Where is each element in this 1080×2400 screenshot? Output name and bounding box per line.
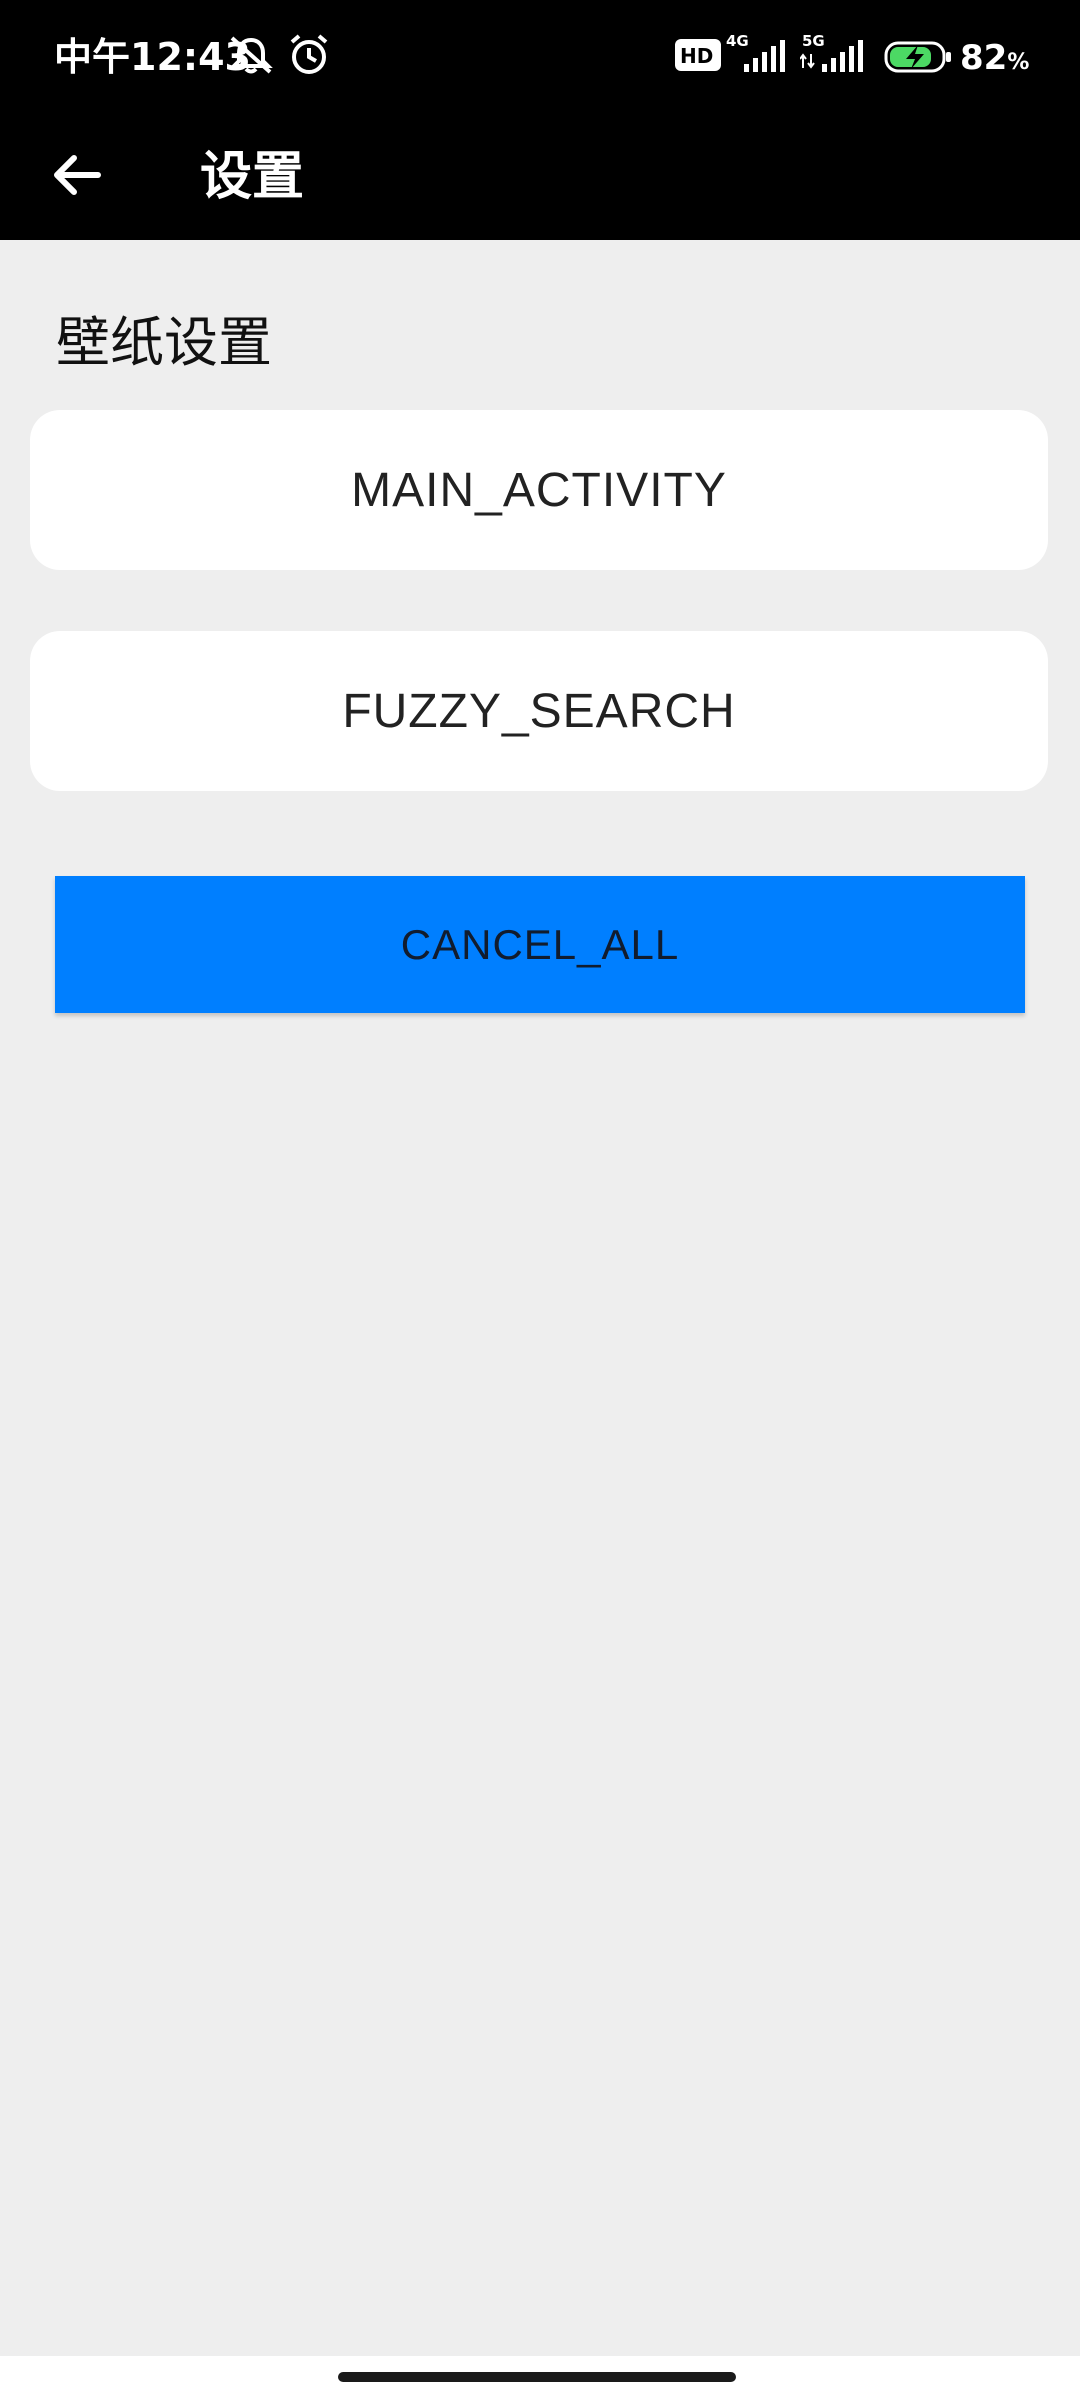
signal-5g-icon: 5G xyxy=(799,32,872,80)
home-indicator[interactable] xyxy=(338,2372,736,2382)
mute-icon xyxy=(228,34,274,80)
hd-icon: HD xyxy=(674,38,722,76)
battery-percent: 82% xyxy=(960,38,1030,78)
status-time: 中午12:43 xyxy=(54,35,251,79)
hd-label: HD xyxy=(680,44,713,68)
arrow-left-icon xyxy=(52,153,102,201)
main-activity-button[interactable]: MAIN_ACTIVITY xyxy=(30,410,1048,570)
battery-charging-icon xyxy=(884,40,954,78)
signal-4g-icon: 4G xyxy=(726,32,794,80)
page-title: 设置 xyxy=(200,147,305,207)
network-4g-label: 4G xyxy=(726,32,749,50)
navigation-bar xyxy=(0,2356,1080,2400)
fuzzy-search-button[interactable]: FUZZY_SEARCH xyxy=(30,631,1048,791)
status-bar: 中午12:43 HD 4G 5G 82% xyxy=(0,0,1080,114)
network-5g-label: 5G xyxy=(802,32,825,50)
app-bar: 设置 xyxy=(0,114,1080,240)
back-button[interactable] xyxy=(36,136,118,218)
cancel-all-button[interactable]: CANCEL_ALL xyxy=(55,876,1025,1013)
alarm-icon xyxy=(286,32,332,82)
section-title: 壁纸设置 xyxy=(56,311,272,374)
